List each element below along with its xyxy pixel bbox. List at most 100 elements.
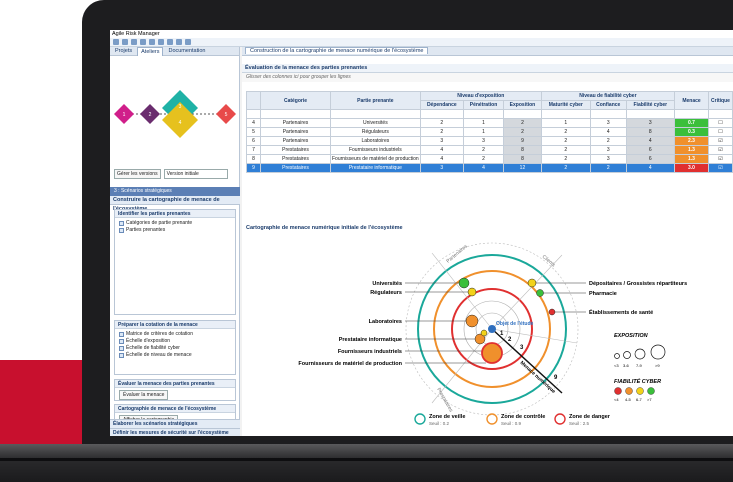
expo-tick: <3 xyxy=(614,363,619,368)
undo-icon[interactable] xyxy=(149,39,155,45)
window-title: Agile Risk Manager xyxy=(110,30,733,38)
measures-row[interactable]: Définir les mesures de sécurité sur l'éc… xyxy=(110,428,240,436)
print-icon[interactable] xyxy=(140,39,146,45)
new-icon[interactable] xyxy=(113,39,119,45)
table-row[interactable]: 8 Prestataires Fournisseurs de matériel de… xyxy=(246,154,733,164)
check-icon[interactable] xyxy=(176,39,182,45)
col-confiance[interactable]: Confiance xyxy=(589,100,627,110)
cell-penetration: 3 xyxy=(462,136,505,146)
matrix-icon xyxy=(119,332,124,337)
filter-cell[interactable] xyxy=(503,109,542,119)
scale-icon xyxy=(119,353,124,358)
map-title[interactable]: Cartographie de menace de l'écosystème xyxy=(115,405,235,413)
manage-versions-button[interactable]: Gérer les versions xyxy=(114,169,161,179)
stakeholder-icon xyxy=(119,228,124,233)
filter-cell[interactable] xyxy=(589,109,627,119)
node-depositaires[interactable] xyxy=(527,278,537,288)
tab-documentation[interactable]: Documentation xyxy=(165,47,208,55)
redo-icon[interactable] xyxy=(158,39,164,45)
cell-penetration: 1 xyxy=(462,127,505,137)
version-select[interactable]: Version initiale xyxy=(163,169,228,179)
cell-maturite: 1 xyxy=(540,118,591,128)
build-title: Construire la cartographie de menace de … xyxy=(110,196,240,212)
cell-confiance: 2 xyxy=(589,163,627,173)
stakeholder-label: Prestataire informatique xyxy=(339,337,402,343)
col-categorie[interactable]: Catégorie xyxy=(260,91,331,110)
filter-cell[interactable] xyxy=(540,109,591,119)
table-row[interactable]: 6 Partenaires Laboratoires 3 3 9 2 2 4 2.3 ☑ xyxy=(246,136,733,146)
tab-projets[interactable]: Projets xyxy=(112,47,135,55)
zone-danger-swatch xyxy=(554,413,566,425)
cell-critique[interactable]: ☑ xyxy=(708,154,733,164)
tab-ateliers[interactable]: Ateliers xyxy=(137,46,164,56)
cell-maturite: 2 xyxy=(540,127,591,137)
node-regulateurs[interactable] xyxy=(467,287,477,297)
zone-veille-swatch xyxy=(414,413,426,425)
col-menace[interactable]: Menace xyxy=(674,91,709,110)
row-number: 5 xyxy=(246,127,261,137)
col-partie[interactable]: Partie prenante xyxy=(330,91,421,110)
editor-tab[interactable]: Construction de la cartographie de menac… xyxy=(245,47,429,54)
table-row[interactable]: 7 Prestataires Fournisseurs industriels 4 2 8… xyxy=(246,145,733,155)
node-label-5: 5 xyxy=(225,112,228,118)
threat-table: Catégorie Partie prenante Niveau d'expos… xyxy=(246,91,733,173)
cell-exposition: 8 xyxy=(503,145,542,155)
evaluate-title[interactable]: Évaluer la menace des parties prenantes xyxy=(115,380,235,388)
row-number: 6 xyxy=(246,136,261,146)
cell-critique[interactable]: ☐ xyxy=(708,118,733,128)
laptop-base xyxy=(0,444,733,482)
workshop-diagram: 1 2 3 4 5 xyxy=(114,90,236,138)
scenarios-row[interactable]: Élaborer les scénarios stratégiques xyxy=(110,419,240,428)
filter-cell[interactable] xyxy=(260,109,331,119)
filter-cell[interactable] xyxy=(462,109,505,119)
open-icon[interactable] xyxy=(122,39,128,45)
cell-fiabilite: 6 xyxy=(625,145,676,155)
list-item[interactable]: Échelle d'exposition xyxy=(119,338,231,345)
list-item[interactable]: Parties prenantes xyxy=(119,227,231,234)
cell-critique[interactable]: ☑ xyxy=(708,136,733,146)
filter-cell[interactable] xyxy=(674,109,709,119)
ring-number: 3 xyxy=(520,345,524,351)
identify-title[interactable]: Identifier les parties prenantes xyxy=(115,210,235,218)
cell-critique[interactable]: ☑ xyxy=(708,163,733,173)
evaluate-button[interactable]: Évaluer la menace xyxy=(119,390,169,400)
node-etablissements[interactable] xyxy=(548,308,556,316)
ring-number: 9 xyxy=(554,375,558,381)
cell-categorie: Partenaires xyxy=(260,136,331,146)
list-item[interactable]: Matrice de critères de cotation xyxy=(119,331,231,338)
help-icon[interactable] xyxy=(185,39,191,45)
filter-cell[interactable] xyxy=(330,109,421,119)
filter-cell[interactable] xyxy=(708,109,733,119)
fiab-tick: <4 xyxy=(614,397,619,402)
fiab-tick: 6-7 xyxy=(636,397,643,402)
list-item[interactable]: Catégories de partie prenante xyxy=(119,220,231,227)
filter-cell[interactable] xyxy=(625,109,676,119)
node-pharmacie[interactable] xyxy=(536,289,544,297)
node-materiel-production[interactable] xyxy=(480,329,488,337)
save-icon[interactable] xyxy=(131,39,137,45)
fiab-tick: >7 xyxy=(647,397,652,402)
table-row[interactable]: 5 Partenaires Régulateurs 2 1 2 2 4 8 0.3 ☐ xyxy=(246,127,733,137)
col-dependance[interactable]: Dépendance xyxy=(419,100,464,110)
table-row[interactable]: 4 Partenaires Universités 2 1 2 1 3 3 0.7 ☐ xyxy=(246,118,733,128)
node-universites[interactable] xyxy=(458,277,470,289)
node-laboratoires[interactable] xyxy=(465,314,479,328)
list-item[interactable]: Échelle de niveau de menace xyxy=(119,352,231,359)
cell-menace: 0.3 xyxy=(674,127,709,137)
list-item[interactable]: Échelle de fiabilité cyber xyxy=(119,345,231,352)
node-fournisseurs-industriels[interactable] xyxy=(481,342,503,364)
prepare-title[interactable]: Préparer la cotation de la menace xyxy=(115,321,235,329)
col-penetration[interactable]: Pénétration xyxy=(462,100,505,110)
col-fiabilite[interactable]: Fiabilité cyber xyxy=(625,100,676,110)
cell-critique[interactable]: ☑ xyxy=(708,145,733,155)
filter-cell[interactable] xyxy=(419,109,464,119)
scenarios-tab[interactable]: 3 : Scénarios stratégiques xyxy=(110,187,240,196)
edit-icon[interactable] xyxy=(167,39,173,45)
editor-tab-bar: Construction de la cartographie de menac… xyxy=(242,47,733,56)
col-exposition[interactable]: Exposition xyxy=(503,100,542,110)
ring-number: 2 xyxy=(508,337,512,343)
table-row[interactable]: 9 Prestataires Prestataire informatique 3 4 1… xyxy=(246,163,733,173)
cell-critique[interactable]: ☐ xyxy=(708,127,733,137)
col-maturite[interactable]: Maturité cyber xyxy=(540,100,591,110)
col-critique[interactable]: Critique xyxy=(708,91,733,110)
